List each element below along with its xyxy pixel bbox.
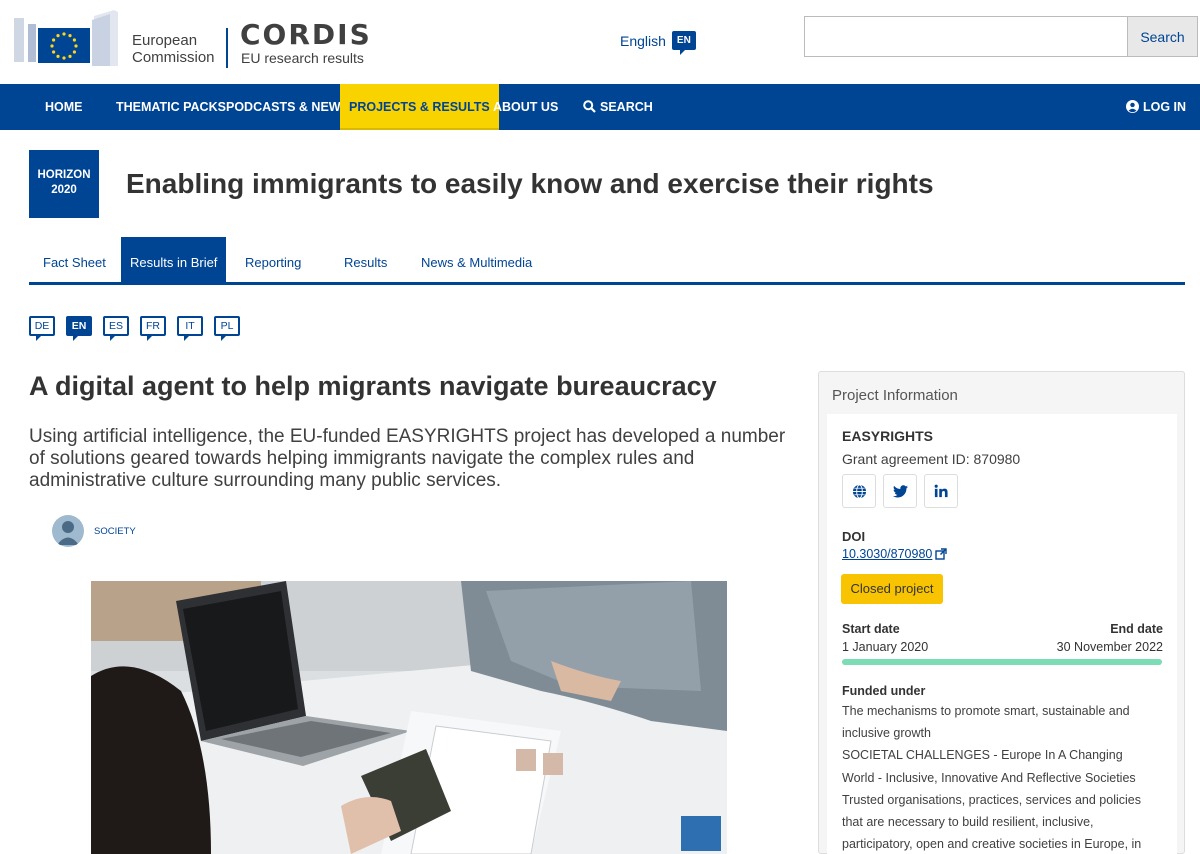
language-switcher[interactable]: English EN xyxy=(620,31,696,55)
lang-de[interactable]: DE xyxy=(29,316,55,341)
project-timeline-fill xyxy=(842,659,1162,665)
start-date-label: Start date xyxy=(842,622,900,636)
lang-en[interactable]: EN xyxy=(66,316,92,341)
programme-badge-line2: 2020 xyxy=(51,184,77,196)
logo-separator xyxy=(226,28,228,68)
tab-reporting[interactable]: Reporting xyxy=(245,237,301,282)
funded-under-label: Funded under xyxy=(842,684,926,698)
ec-logo-line2: Commission xyxy=(132,49,215,66)
project-acronym: EASYRIGHTS xyxy=(842,428,934,444)
search-icon xyxy=(583,100,596,113)
article-language-selector: DE EN ES FR IT PL xyxy=(29,316,240,341)
linkedin-icon xyxy=(934,484,948,498)
tab-news-multimedia[interactable]: News & Multimedia xyxy=(421,237,532,282)
funded-line: participatory, open and creative societi… xyxy=(842,837,1142,852)
site-header: European Commission CORDIS EU research r… xyxy=(0,0,1200,84)
article-image xyxy=(91,581,727,854)
funded-line: inclusive growth xyxy=(842,726,931,741)
nav-thematic-packs[interactable]: THEMATIC PACKS xyxy=(116,84,226,130)
lang-pl[interactable]: PL xyxy=(214,316,240,341)
funded-line: Trusted organisations, practices, servic… xyxy=(842,792,1141,807)
project-information-panel: Project Information EASYRIGHTS Grant agr… xyxy=(818,371,1185,854)
lang-it[interactable]: IT xyxy=(177,316,203,341)
nav-login[interactable]: LOG IN xyxy=(1126,84,1186,130)
website-link[interactable] xyxy=(842,474,876,508)
funded-line: SOCIETAL CHALLENGES - Europe In A Changi… xyxy=(842,748,1123,763)
tab-results-in-brief[interactable]: Results in Brief xyxy=(121,237,227,282)
horizon-2020-badge: HORIZON 2020 xyxy=(29,150,99,218)
article-summary: Using artificial intelligence, the EU-fu… xyxy=(29,426,786,491)
globe-icon xyxy=(852,483,866,499)
project-information-card: EASYRIGHTS Grant agreement ID: 870980 DO… xyxy=(827,414,1177,854)
lang-es[interactable]: ES xyxy=(103,316,129,341)
programme-badge-line1: HORIZON xyxy=(37,169,91,181)
doi-value: 10.3030/870980 xyxy=(842,547,933,561)
nav-about-us[interactable]: ABOUT US xyxy=(493,84,558,130)
end-date-value: 30 November 2022 xyxy=(1056,640,1163,654)
project-tabs: Fact Sheet Results in Brief Reporting Re… xyxy=(29,237,1185,285)
grant-agreement-id: Grant agreement ID: 870980 xyxy=(842,451,1021,467)
project-status-badge: Closed project xyxy=(841,574,943,604)
search-button[interactable]: Search xyxy=(1127,17,1197,56)
linkedin-share-link[interactable] xyxy=(924,474,958,508)
project-information-heading: Project Information xyxy=(832,387,958,404)
project-timeline-bar xyxy=(842,659,1162,665)
search-form: Search xyxy=(804,16,1198,57)
user-icon xyxy=(1126,100,1139,113)
funded-line: that are necessary to build resilient, i… xyxy=(842,815,1094,830)
ec-logo-text[interactable]: European Commission xyxy=(132,32,215,66)
society-icon xyxy=(52,515,84,547)
nav-podcasts-news[interactable]: PODCASTS & NEWS xyxy=(226,84,349,130)
page-title: Enabling immigrants to easily know and e… xyxy=(126,168,934,199)
site-title[interactable]: CORDIS xyxy=(240,18,372,51)
lang-fr[interactable]: FR xyxy=(140,316,166,341)
site-subtitle: EU research results xyxy=(241,50,364,66)
doi-label: DOI xyxy=(842,529,866,544)
end-date-label: End date xyxy=(1110,622,1163,636)
funded-line: World - Inclusive, Innovative And Reflec… xyxy=(842,770,1136,785)
nav-search-label: SEARCH xyxy=(600,100,653,114)
language-label: English xyxy=(620,32,666,49)
european-commission-logo[interactable] xyxy=(14,10,118,66)
external-link-icon xyxy=(935,548,948,560)
funded-line: The mechanisms to promote smart, sustain… xyxy=(842,704,1130,718)
doi-link[interactable]: 10.3030/870980 xyxy=(842,547,948,561)
twitter-icon xyxy=(892,484,908,497)
search-input[interactable] xyxy=(805,17,1127,56)
nav-search[interactable]: SEARCH xyxy=(583,84,653,130)
topic-label: SOCIETY xyxy=(94,525,136,537)
funded-under-list: The mechanisms to promote smart, sustain… xyxy=(842,700,1162,854)
ec-logo-line1: European xyxy=(132,32,198,49)
twitter-share-link[interactable] xyxy=(883,474,917,508)
article-title: A digital agent to help migrants navigat… xyxy=(29,371,717,401)
nav-home[interactable]: HOME xyxy=(45,84,83,130)
main-navigation: HOME THEMATIC PACKS PODCASTS & NEWS PROJ… xyxy=(0,84,1200,130)
nav-projects-results[interactable]: PROJECTS & RESULTS xyxy=(340,84,499,130)
article-topic[interactable]: SOCIETY xyxy=(52,515,136,547)
tab-results[interactable]: Results xyxy=(344,237,387,282)
nav-login-label: LOG IN xyxy=(1143,100,1187,114)
start-date-value: 1 January 2020 xyxy=(842,640,929,654)
tab-fact-sheet[interactable]: Fact Sheet xyxy=(43,237,106,282)
language-code-badge: EN xyxy=(671,31,696,55)
